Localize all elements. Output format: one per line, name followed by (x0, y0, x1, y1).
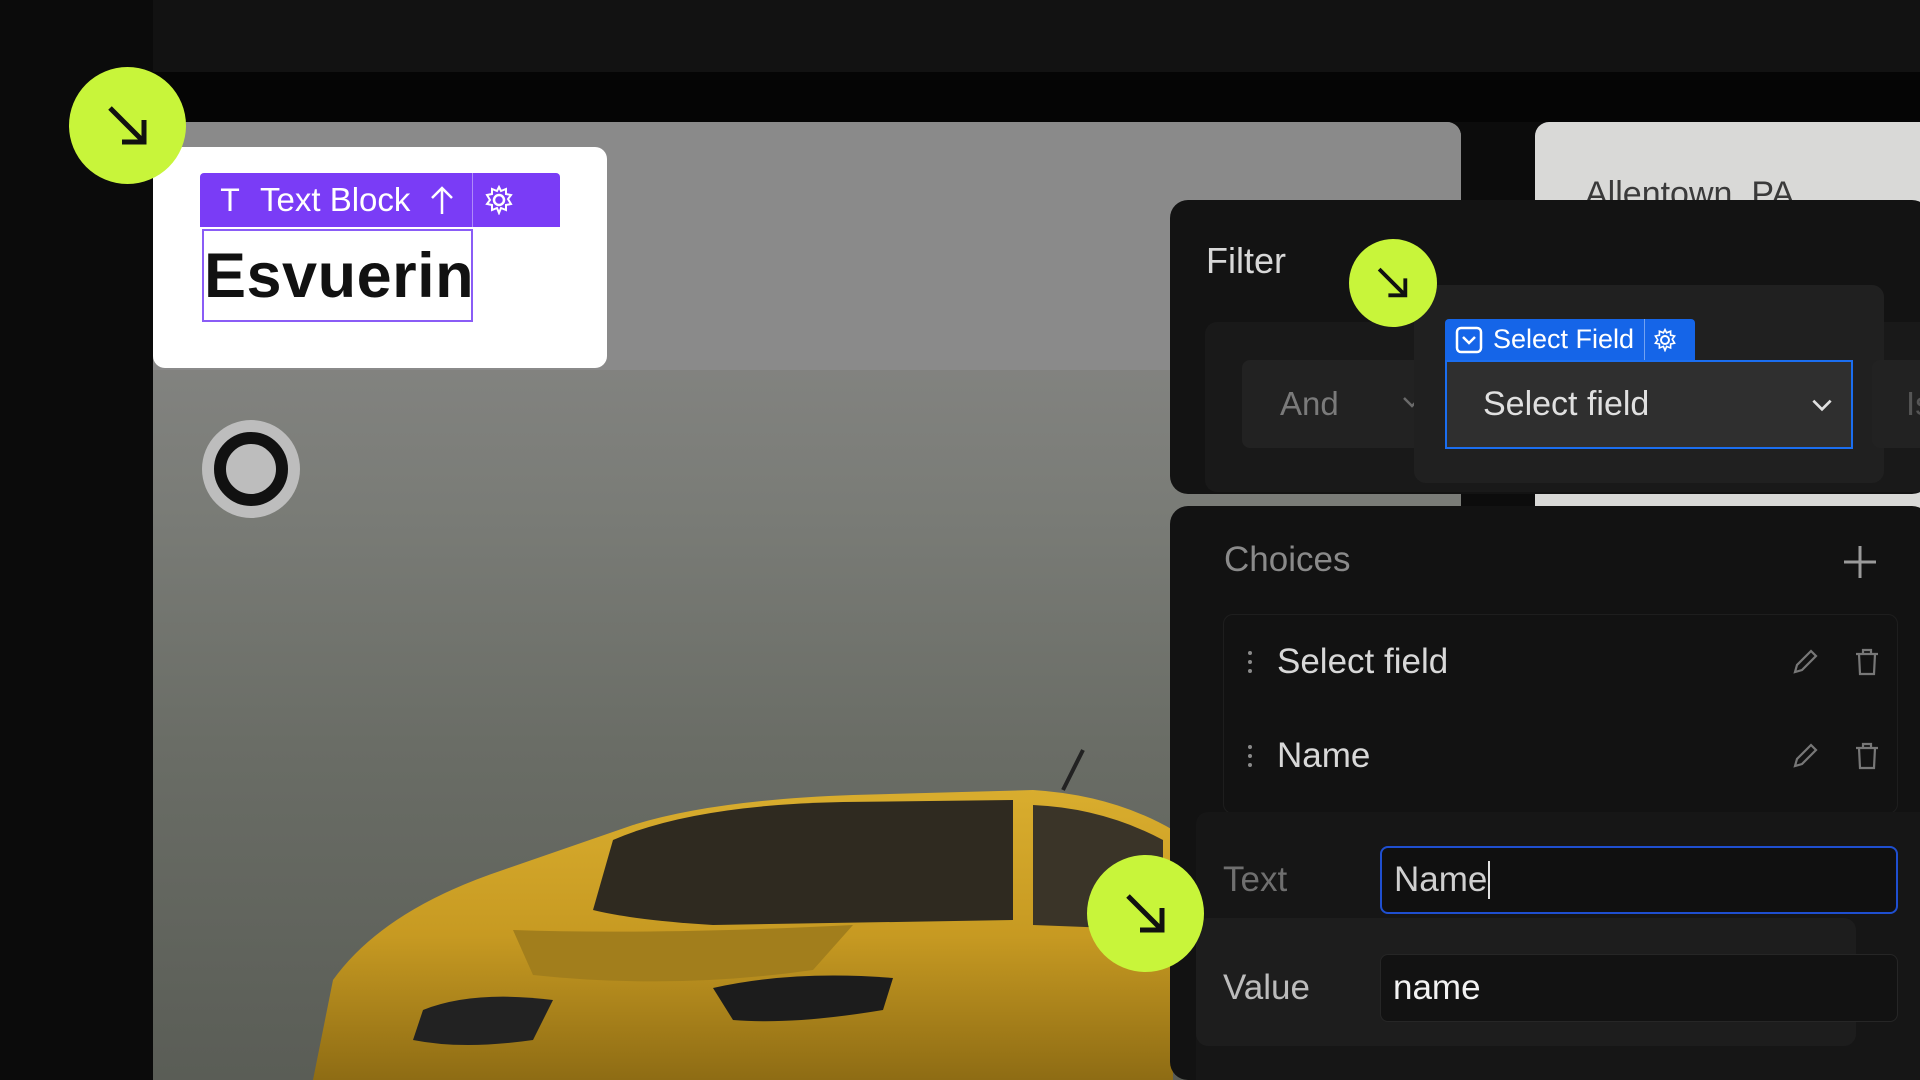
text-block-toolbar[interactable]: T Text Block (200, 173, 560, 227)
add-choice-icon[interactable] (1838, 540, 1882, 584)
pencil-icon[interactable] (1774, 647, 1836, 677)
operator-value: Is (1906, 385, 1920, 422)
text-block-content[interactable]: Esvuerini (202, 229, 473, 322)
text-caret (1488, 861, 1491, 899)
value-field-value: name (1393, 968, 1481, 1007)
filter-title: Filter (1206, 240, 1286, 281)
pencil-icon[interactable] (1774, 741, 1836, 771)
choice-label: Select field (1277, 642, 1449, 681)
drag-handle-icon[interactable] (1223, 649, 1277, 675)
choices-title: Choices (1224, 540, 1351, 579)
value-field-input[interactable]: name (1380, 954, 1898, 1022)
select-field-toolbar-label: Select Field (1493, 324, 1635, 354)
brand-logo (202, 420, 300, 518)
field-select-value: Select field (1483, 385, 1650, 423)
stage-bar (153, 72, 1920, 122)
field-select[interactable]: Select field (1445, 360, 1853, 449)
trash-icon[interactable] (1836, 647, 1898, 677)
select-box-icon (1445, 326, 1493, 354)
gear-icon[interactable] (1645, 319, 1685, 360)
value-field-label: Value (1223, 968, 1310, 1007)
arrow-down-right-icon (1349, 239, 1437, 327)
car-image (313, 749, 1173, 1080)
arrow-up-icon[interactable] (424, 182, 460, 218)
list-item[interactable]: Name (1223, 712, 1898, 800)
text-field-input[interactable]: Name (1380, 846, 1898, 914)
drag-handle-icon[interactable] (1223, 743, 1277, 769)
trash-icon[interactable] (1836, 741, 1898, 771)
select-field-toolbar[interactable]: Select Field (1445, 319, 1695, 360)
text-field-value: Name (1394, 860, 1488, 899)
conjunction-value: And (1280, 385, 1339, 422)
conjunction-select[interactable]: And (1242, 360, 1426, 448)
choice-label: Name (1277, 736, 1371, 775)
arrow-down-right-icon (69, 67, 186, 184)
text-type-icon: T (220, 181, 240, 218)
operator-select[interactable]: Is (1872, 360, 1920, 448)
text-block-label: Text Block (260, 181, 411, 218)
chevron-down-icon (1812, 399, 1832, 412)
gear-icon[interactable] (473, 173, 525, 227)
text-field-label: Text (1223, 860, 1288, 899)
car-antenna (1061, 749, 1085, 791)
list-item[interactable]: Select field (1223, 618, 1898, 706)
arrow-down-right-icon (1087, 855, 1204, 972)
top-band (153, 0, 1920, 72)
